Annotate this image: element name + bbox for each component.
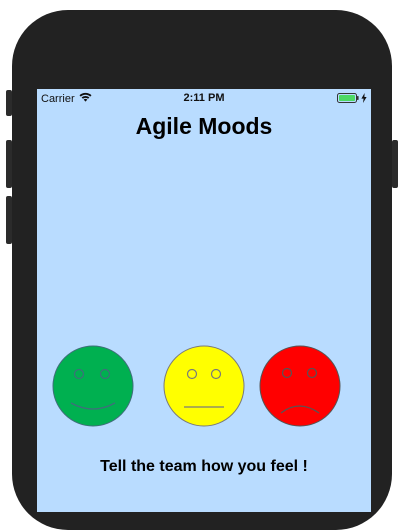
app-screen: Carrier 2:11 PM Agile Moods Tell the tea… [37,89,371,512]
charging-bolt-icon [361,93,367,106]
status-bar: Carrier 2:11 PM [37,89,371,109]
page-title: Agile Moods [135,113,273,139]
battery-icon [337,93,359,106]
happy-face-icon [52,345,134,427]
neutral-mood-button[interactable] [163,345,245,427]
battery-indicator [337,93,367,106]
happy-mood-button[interactable] [52,345,134,427]
sad-face-icon [259,345,341,427]
sad-mood-button[interactable] [259,345,341,427]
power-button [392,140,398,188]
mute-switch [6,90,12,116]
status-time: 2:11 PM [183,92,225,104]
neutral-face-icon [163,345,245,427]
mood-prompt-label: Tell the team how you feel ! [100,458,308,475]
volume-down-button [6,196,12,244]
volume-up-button [6,140,12,188]
